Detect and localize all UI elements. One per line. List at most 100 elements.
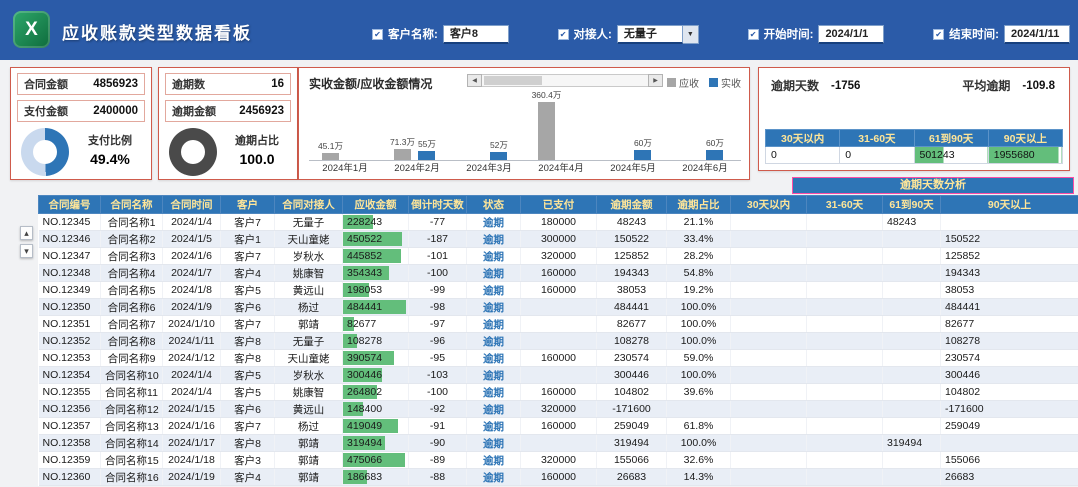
cell-contract-no: NO.12357	[38, 417, 101, 435]
bucket-value-4: 1955680	[987, 146, 1064, 164]
cell-customer: 客户7	[220, 417, 275, 435]
chart-month-group: 71.3万 55万 2024年2月	[381, 94, 453, 174]
payment-ratio-value: 49.4%	[90, 151, 130, 168]
cell-status: 逾期	[466, 332, 521, 350]
cell-countdown: -90	[408, 434, 467, 452]
scroll-up-button[interactable]	[20, 226, 33, 240]
x-axis-label: 2024年2月	[394, 163, 440, 174]
checkbox-icon[interactable]	[933, 28, 945, 40]
dropdown-caret-icon[interactable]	[682, 24, 699, 44]
overdue-ratio-value: 100.0	[239, 151, 275, 168]
customer-name-input[interactable]: 客户8	[442, 24, 509, 44]
cell-days-61-90	[882, 332, 941, 350]
checkbox-icon[interactable]	[557, 28, 569, 40]
payment-card: 合同金额 4856923 支付金额 2400000 支付比例 49.4%	[10, 67, 152, 180]
overdue-analysis-banner: 逾期天数分析	[792, 177, 1074, 194]
cell-customer: 客户8	[220, 349, 275, 367]
cell-status: 逾期	[466, 230, 521, 248]
cell-contract-no: NO.12356	[38, 400, 101, 418]
col-contract-no: 合同编号	[38, 195, 101, 214]
cell-days-31-60	[806, 383, 883, 401]
scroll-right-button[interactable]	[648, 74, 663, 87]
table-row: NO.12357 合同名称13 2024/1/16 客户7 杨过 419049 -91 逾期 1…	[38, 417, 1078, 435]
cell-customer: 客户5	[220, 281, 275, 299]
scroll-down-button[interactable]	[20, 244, 33, 258]
cell-contract-name: 合同名称2	[100, 230, 163, 248]
overdue-ratio-block: 逾期占比 100.0	[169, 128, 289, 176]
overdue-donut-chart	[169, 128, 217, 176]
cell-days-90-plus	[940, 213, 1078, 231]
cell-receivable: 475066	[342, 451, 409, 469]
end-date-input[interactable]: 2024/1/11	[1003, 24, 1070, 44]
cell-contact: 杨过	[274, 417, 343, 435]
cell-status: 逾期	[466, 298, 521, 316]
scroll-thumb[interactable]	[484, 76, 542, 85]
col-days-31-60: 31-60天	[806, 195, 883, 214]
chart-scrollbar[interactable]	[467, 74, 663, 87]
cell-overdue-ratio: 28.2%	[666, 247, 731, 265]
chart-month-group: 360.4万 2024年4月	[525, 90, 597, 174]
contact-person-input[interactable]: 无量子	[616, 24, 683, 44]
col-countdown: 倒计时天数	[408, 195, 467, 214]
cell-status: 逾期	[466, 383, 521, 401]
cell-paid: 320000	[520, 247, 597, 265]
overdue-buckets-table: 30天以内 31-60天 61到90天 90天以上 0 0 501243 1955680	[764, 129, 1064, 164]
cell-days-61-90	[882, 230, 941, 248]
cell-days-31-60	[806, 434, 883, 452]
chart-month-group: 60万 2024年6月	[669, 94, 741, 174]
bar-receivable	[321, 153, 339, 160]
cell-countdown: -97	[408, 315, 467, 333]
cell-overdue-ratio: 100.0%	[666, 332, 731, 350]
bar-receivable	[393, 149, 411, 160]
excel-icon	[13, 11, 50, 48]
cell-status: 逾期	[466, 247, 521, 265]
cell-receivable: 186683	[342, 468, 409, 486]
cell-contract-name: 合同名称8	[100, 332, 163, 350]
cell-receivable: 148400	[342, 400, 409, 418]
table-row: NO.12356 合同名称12 2024/1/15 客户6 黄远山 148400 -92 逾期…	[38, 400, 1078, 418]
cell-days-30	[730, 349, 807, 367]
cell-status: 逾期	[466, 417, 521, 435]
table-scrollbar[interactable]	[20, 226, 33, 258]
cell-days-61-90	[882, 281, 941, 299]
checkbox-icon[interactable]	[372, 28, 383, 40]
scroll-track[interactable]	[482, 74, 648, 87]
cell-overdue-amount: 319494	[596, 434, 667, 452]
start-date-input[interactable]: 2024/1/1	[818, 24, 885, 44]
cell-contract-name: 合同名称10	[100, 366, 163, 384]
cell-contract-name: 合同名称11	[100, 383, 163, 401]
overdue-summary-card: 逾期天数 -1756 平均逾期 -109.8 30天以内 31-60天 61到90天…	[758, 67, 1070, 171]
cell-contract-name: 合同名称15	[100, 451, 163, 469]
cell-overdue-amount: 48243	[596, 213, 667, 231]
cell-contract-date: 2024/1/4	[162, 383, 221, 401]
col-paid: 已支付	[520, 195, 597, 214]
cell-status: 逾期	[466, 349, 521, 367]
col-contract-name: 合同名称	[100, 195, 163, 214]
payment-donut-chart	[21, 128, 69, 176]
cell-customer: 客户7	[220, 247, 275, 265]
table-row: NO.12351 合同名称7 2024/1/10 客户7 郭靖 82677 -97 逾期 826…	[38, 315, 1078, 333]
cell-overdue-amount: 108278	[596, 332, 667, 350]
cell-receivable: 228243	[342, 213, 409, 231]
overdue-count-stat: 逾期数 16	[165, 73, 291, 95]
cell-days-61-90	[882, 264, 941, 282]
cell-countdown: -101	[408, 247, 467, 265]
cell-days-31-60	[806, 417, 883, 435]
scroll-left-button[interactable]	[467, 74, 482, 87]
cell-contract-date: 2024/1/9	[162, 298, 221, 316]
cell-receivable: 484441	[342, 298, 409, 316]
bucket-col-4: 90天以上	[987, 129, 1064, 147]
bar-group: 45.1万	[318, 140, 343, 160]
cell-receivable: 419049	[342, 417, 409, 435]
checkbox-icon[interactable]	[747, 28, 759, 40]
cell-contract-no: NO.12350	[38, 298, 101, 316]
cell-countdown: -92	[408, 400, 467, 418]
cell-overdue-amount: 230574	[596, 349, 667, 367]
cell-countdown: -95	[408, 349, 467, 367]
overdue-ratio-label: 逾期占比	[235, 135, 279, 148]
col-contract-date: 合同时间	[162, 195, 221, 214]
cell-contract-no: NO.12353	[38, 349, 101, 367]
cell-days-30	[730, 247, 807, 265]
cell-paid	[520, 315, 597, 333]
col-overdue-amount: 逾期金额	[596, 195, 667, 214]
